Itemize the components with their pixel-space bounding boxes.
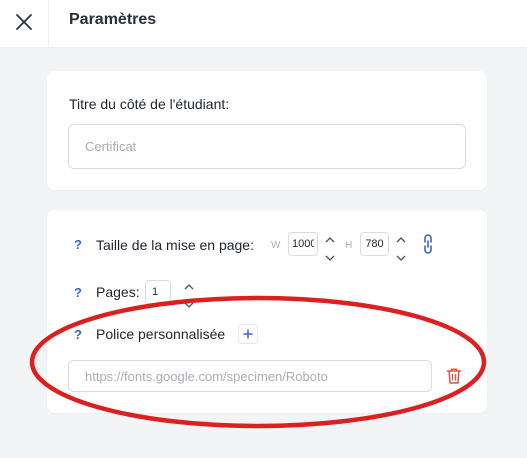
delete-font-button[interactable] [444,366,464,386]
link-icon [424,234,432,254]
close-button[interactable] [10,9,38,35]
height-label: H [345,240,353,251]
chevron-down-icon [396,255,406,261]
trash-icon [446,368,462,384]
height-input[interactable] [360,232,389,256]
add-font-button[interactable] [238,324,258,344]
width-stepper[interactable] [324,232,336,261]
layout-settings-card: ? Taille de la mise en page: W H ? Pages… [47,210,487,413]
height-stepper[interactable] [395,232,407,261]
student-title-label: Titre du côté de l'étudiant: [69,96,230,112]
plus-icon [243,329,253,339]
chevron-down-icon [325,255,335,261]
chevron-down-icon [184,302,194,308]
page-size-label: Taille de la mise en page: [96,237,254,253]
student-title-card: Titre du côté de l'étudiant: [47,71,487,190]
custom-font-label: Police personnalisée [96,326,226,342]
width-input[interactable] [288,232,318,256]
pages-label: Pages: [96,284,140,300]
chevron-up-icon [325,237,335,243]
page-size-help-icon[interactable]: ? [74,237,82,252]
pages-input[interactable] [145,280,171,304]
chevron-up-icon [184,284,194,290]
student-title-input[interactable] [68,124,466,169]
pages-help-icon[interactable]: ? [74,285,82,300]
pages-stepper[interactable] [183,279,195,308]
page-title: Paramètres [69,11,157,28]
chevron-up-icon [396,237,406,243]
font-url-input[interactable] [68,360,432,392]
custom-font-help-icon[interactable]: ? [74,327,82,342]
width-label: W [271,240,281,251]
header-divider [48,0,49,47]
settings-header: Paramètres [0,0,527,48]
aspect-link-button[interactable] [419,231,437,257]
close-icon [16,14,32,30]
